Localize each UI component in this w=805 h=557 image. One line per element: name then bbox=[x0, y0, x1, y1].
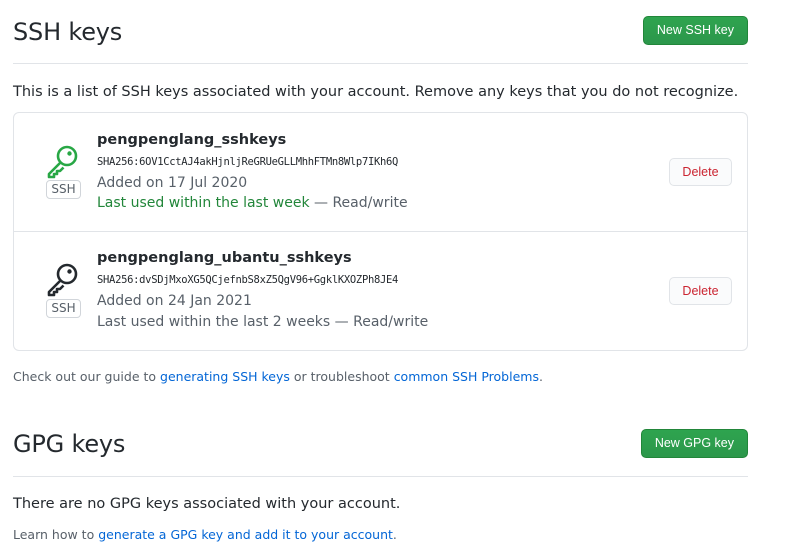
ssh-help-prefix: Check out our guide to bbox=[13, 369, 161, 384]
new-ssh-key-button[interactable]: New SSH key bbox=[642, 16, 748, 45]
gpg-keys-title: GPG keys bbox=[13, 430, 126, 458]
ssh-key-added-date: Added on 17 Jul 2020 bbox=[97, 175, 248, 191]
delete-ssh-key-button[interactable]: Delete bbox=[669, 277, 732, 305]
ssh-help-suffix: . bbox=[538, 369, 543, 384]
ssh-key-access: — Read/write bbox=[330, 314, 429, 330]
gpg-help-suffix: . bbox=[392, 527, 397, 542]
ssh-key-title: pengpenglang_ubantu_sshkeys bbox=[97, 250, 352, 266]
ssh-help-text: Check out our guide to generating SSH ke… bbox=[13, 369, 543, 384]
new-gpg-key-button[interactable]: New GPG key bbox=[640, 429, 748, 458]
ssh-key-title: pengpenglang_sshkeys bbox=[97, 132, 287, 148]
gpg-empty-message: There are no GPG keys associated with yo… bbox=[13, 496, 401, 512]
ssh-key-row: SSH pengpenglang_sshkeys SHA256:6OV1CctA… bbox=[14, 113, 747, 232]
generating-ssh-keys-link[interactable]: generating SSH keys bbox=[160, 369, 290, 384]
ssh-key-added-date: Added on 24 Jan 2021 bbox=[97, 293, 252, 309]
ssh-key-fingerprint: SHA256:dvSDjMxoXG5QCjefnbS8xZ5QgV96+Ggkl… bbox=[97, 274, 399, 286]
gpg-help-prefix: Learn how to bbox=[13, 527, 99, 542]
ssh-key-last-used: Last used within the last week bbox=[97, 195, 310, 211]
ssh-badge: SSH bbox=[46, 180, 81, 199]
ssh-key-usage: Last used within the last 2 weeks — Read… bbox=[97, 314, 428, 330]
ssh-key-row: SSH pengpenglang_ubantu_sshkeys SHA256:d… bbox=[14, 232, 747, 351]
key-icon bbox=[47, 263, 78, 297]
ssh-key-last-used: Last used within the last 2 weeks bbox=[97, 314, 331, 330]
gpg-help-text: Learn how to generate a GPG key and add … bbox=[13, 527, 397, 542]
ssh-help-middle: or troubleshoot bbox=[289, 369, 394, 384]
common-ssh-problems-link[interactable]: common SSH Problems bbox=[394, 369, 539, 384]
ssh-key-usage: Last used within the last week — Read/wr… bbox=[97, 195, 408, 211]
gpg-keys-header: GPG keys New GPG key bbox=[13, 425, 748, 477]
ssh-badge: SSH bbox=[46, 299, 81, 318]
key-icon bbox=[47, 145, 78, 179]
ssh-keys-intro: This is a list of SSH keys associated wi… bbox=[13, 84, 739, 100]
ssh-key-access: — Read/write bbox=[309, 195, 408, 211]
delete-ssh-key-button[interactable]: Delete bbox=[669, 158, 732, 186]
ssh-keys-title: SSH keys bbox=[13, 18, 123, 46]
ssh-keys-list: SSH pengpenglang_sshkeys SHA256:6OV1CctA… bbox=[13, 112, 748, 351]
generate-gpg-key-link[interactable]: generate a GPG key and add it to your ac… bbox=[98, 527, 393, 542]
ssh-keys-header: SSH keys New SSH key bbox=[13, 12, 748, 64]
ssh-key-fingerprint: SHA256:6OV1CctAJ4akHjnljReGRUeGLLMhhFTMn… bbox=[97, 156, 399, 168]
